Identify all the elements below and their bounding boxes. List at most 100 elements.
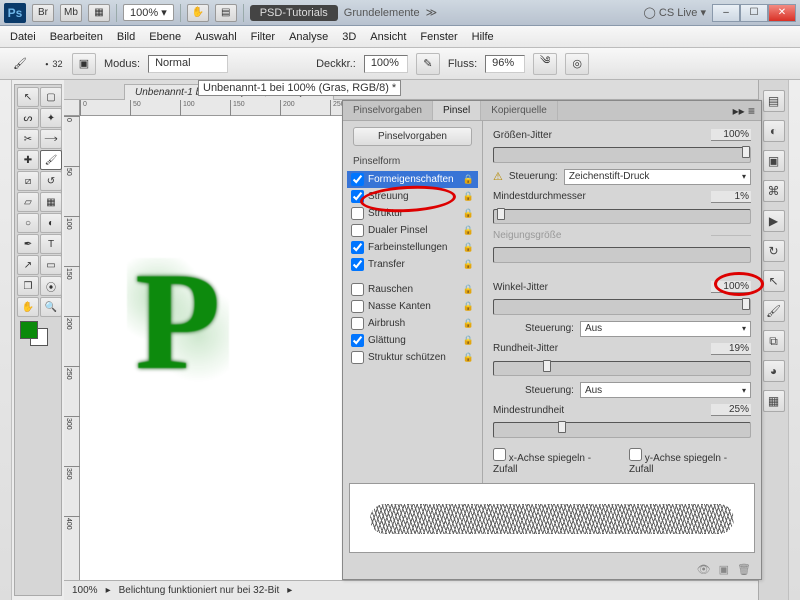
tab-pinselvorgaben[interactable]: Pinselvorgaben <box>343 101 433 120</box>
brush-option-transfer[interactable]: Transfer🔒 <box>347 256 478 273</box>
mindestrund-slider[interactable] <box>493 422 751 438</box>
menu-3d[interactable]: 3D <box>342 31 356 43</box>
winkel-jitter-value[interactable]: 100% <box>711 281 751 293</box>
move-tool[interactable]: ↖ <box>17 87 39 107</box>
menu-ansicht[interactable]: Ansicht <box>370 31 406 43</box>
pinselform-label[interactable]: Pinselform <box>347 154 478 169</box>
adjustments-panel-icon[interactable]: ◐ <box>763 120 785 142</box>
styles-panel-icon[interactable]: ▦ <box>763 390 785 412</box>
brush-option-rauschen[interactable]: Rauschen🔒 <box>347 281 478 298</box>
brush-tool[interactable]: 🖌 <box>40 150 62 170</box>
menu-filter[interactable]: Filter <box>251 31 275 43</box>
lasso-tool[interactable]: ᔕ <box>17 108 39 128</box>
menu-hilfe[interactable]: Hilfe <box>472 31 494 43</box>
toggle-preview-icon[interactable]: 👁 <box>697 563 711 576</box>
brush-option-nasse-kanten[interactable]: Nasse Kanten🔒 <box>347 298 478 315</box>
steuerung1-select[interactable]: Zeichenstift-Druck▾ <box>564 169 751 185</box>
swatches-panel-icon[interactable]: ◕ <box>763 360 785 382</box>
status-zoom[interactable]: 100% <box>72 585 98 596</box>
winkel-jitter-slider[interactable] <box>493 299 751 315</box>
steuerung3-select[interactable]: Aus▾ <box>580 382 751 398</box>
brush-option-struktur-schützen[interactable]: Struktur schützen🔒 <box>347 349 478 366</box>
menu-datei[interactable]: Datei <box>10 31 36 43</box>
bridge-button[interactable]: Br <box>32 4 54 22</box>
stamp-tool[interactable]: ⧄ <box>17 171 39 191</box>
new-preset-icon[interactable]: ▣ <box>719 563 729 576</box>
path-tool[interactable]: ↗ <box>17 255 39 275</box>
hand-tool[interactable]: ✋ <box>17 297 39 317</box>
menu-bearbeiten[interactable]: Bearbeiten <box>50 31 103 43</box>
type-tool[interactable]: T <box>40 234 62 254</box>
brush-presets-icon[interactable]: 🖌 <box>763 300 785 322</box>
mindest-value[interactable]: 1% <box>711 191 751 203</box>
hand-icon[interactable]: ✋ <box>187 4 209 22</box>
blur-tool[interactable]: ○ <box>17 213 39 233</box>
masks-panel-icon[interactable]: ▣ <box>763 150 785 172</box>
brush-option-struktur[interactable]: Struktur🔒 <box>347 205 478 222</box>
tablet-pressure-icon[interactable]: ◎ <box>565 53 589 75</box>
menu-fenster[interactable]: Fenster <box>420 31 457 43</box>
pen-tool[interactable]: ✒ <box>17 234 39 254</box>
opacity-pressure-icon[interactable]: ✎ <box>416 53 440 75</box>
tab-kopierquelle[interactable]: Kopierquelle <box>481 101 558 120</box>
marquee-tool[interactable]: ▢ <box>40 87 62 107</box>
cslive-button[interactable]: ◯ CS Live ▾ <box>644 6 706 19</box>
brush-option-formeigenschaften[interactable]: Formeigenschaften🔒 <box>347 171 478 188</box>
pointer-panel-icon[interactable]: ↖ <box>763 270 785 292</box>
xflip-check[interactable]: x-Achse spiegeln - Zufall <box>493 448 615 475</box>
patch-tool[interactable]: ✚ <box>17 150 39 170</box>
groessen-jitter-value[interactable]: 100% <box>711 129 751 141</box>
clone-panel-icon[interactable]: ⧉ <box>763 330 785 352</box>
3d-tool[interactable]: ❒ <box>17 276 39 296</box>
docprops-icon[interactable]: ▤ <box>215 4 237 22</box>
preset-button[interactable]: Pinselvorgaben <box>353 127 472 146</box>
rotate-panel-icon[interactable]: ↻ <box>763 240 785 262</box>
menu-ebene[interactable]: Ebene <box>149 31 181 43</box>
menu-auswahl[interactable]: Auswahl <box>195 31 237 43</box>
trash-icon[interactable]: 🗑 <box>737 563 751 576</box>
minimize-button[interactable]: – <box>712 4 740 22</box>
zoom-dropdown[interactable]: 100% ▾ <box>123 4 174 21</box>
brush-option-dualer-pinsel[interactable]: Dualer Pinsel🔒 <box>347 222 478 239</box>
menu-bild[interactable]: Bild <box>117 31 135 43</box>
viewmode-button[interactable]: ▦ <box>88 4 110 22</box>
shape-tool[interactable]: ▭ <box>40 255 62 275</box>
eraser-tool[interactable]: ▱ <box>17 192 39 212</box>
brush-option-farbeinstellungen[interactable]: Farbeinstellungen🔒 <box>347 239 478 256</box>
more-icon[interactable]: ≫ <box>426 6 438 19</box>
brush-panel-toggle[interactable]: ▣ <box>72 53 96 75</box>
brush-preset-icon[interactable]: ・32 <box>40 53 64 75</box>
canvas[interactable]: P <box>80 116 350 580</box>
3dcam-tool[interactable]: ⦿ <box>40 276 62 296</box>
panel-menu-icon[interactable]: ▸▸ ≡ <box>727 104 761 118</box>
menu-analyse[interactable]: Analyse <box>289 31 328 43</box>
mindestrund-value[interactable]: 25% <box>711 404 751 416</box>
layers-panel-icon[interactable]: ▤ <box>763 90 785 112</box>
tab-pinsel[interactable]: Pinsel <box>433 101 481 120</box>
steuerung2-select[interactable]: Aus▾ <box>580 321 751 337</box>
color-swatches[interactable] <box>17 318 62 350</box>
brush-option-airbrush[interactable]: Airbrush🔒 <box>347 315 478 332</box>
rundheit-jitter-value[interactable]: 19% <box>711 343 751 355</box>
deckkr-input[interactable]: 100% <box>364 55 408 73</box>
modus-select[interactable]: Normal <box>148 55 228 73</box>
yflip-check[interactable]: y-Achse spiegeln - Zufall <box>629 448 751 475</box>
crop-tool[interactable]: ✂ <box>17 129 39 149</box>
history-brush-tool[interactable]: ↺ <box>40 171 62 191</box>
gradient-tool[interactable]: ▦ <box>40 192 62 212</box>
groessen-jitter-slider[interactable] <box>493 147 751 163</box>
mindest-slider[interactable] <box>493 209 751 225</box>
maximize-button[interactable]: ☐ <box>740 4 768 22</box>
minibridge-button[interactable]: Mb <box>60 4 82 22</box>
eyedropper-tool[interactable]: 𐃘 <box>40 129 62 149</box>
airbrush-icon[interactable]: ༄ <box>533 53 557 75</box>
wand-tool[interactable]: ✦ <box>40 108 62 128</box>
history-panel-icon[interactable]: ⌘ <box>763 180 785 202</box>
brush-option-glättung[interactable]: Glättung🔒 <box>347 332 478 349</box>
workspace-pill[interactable]: PSD-Tutorials <box>250 5 338 21</box>
actions-panel-icon[interactable]: ▶ <box>763 210 785 232</box>
fluss-input[interactable]: 96% <box>485 55 525 73</box>
foreground-color[interactable] <box>20 321 38 339</box>
close-button[interactable]: ✕ <box>768 4 796 22</box>
brush-option-streuung[interactable]: Streuung🔒 <box>347 188 478 205</box>
